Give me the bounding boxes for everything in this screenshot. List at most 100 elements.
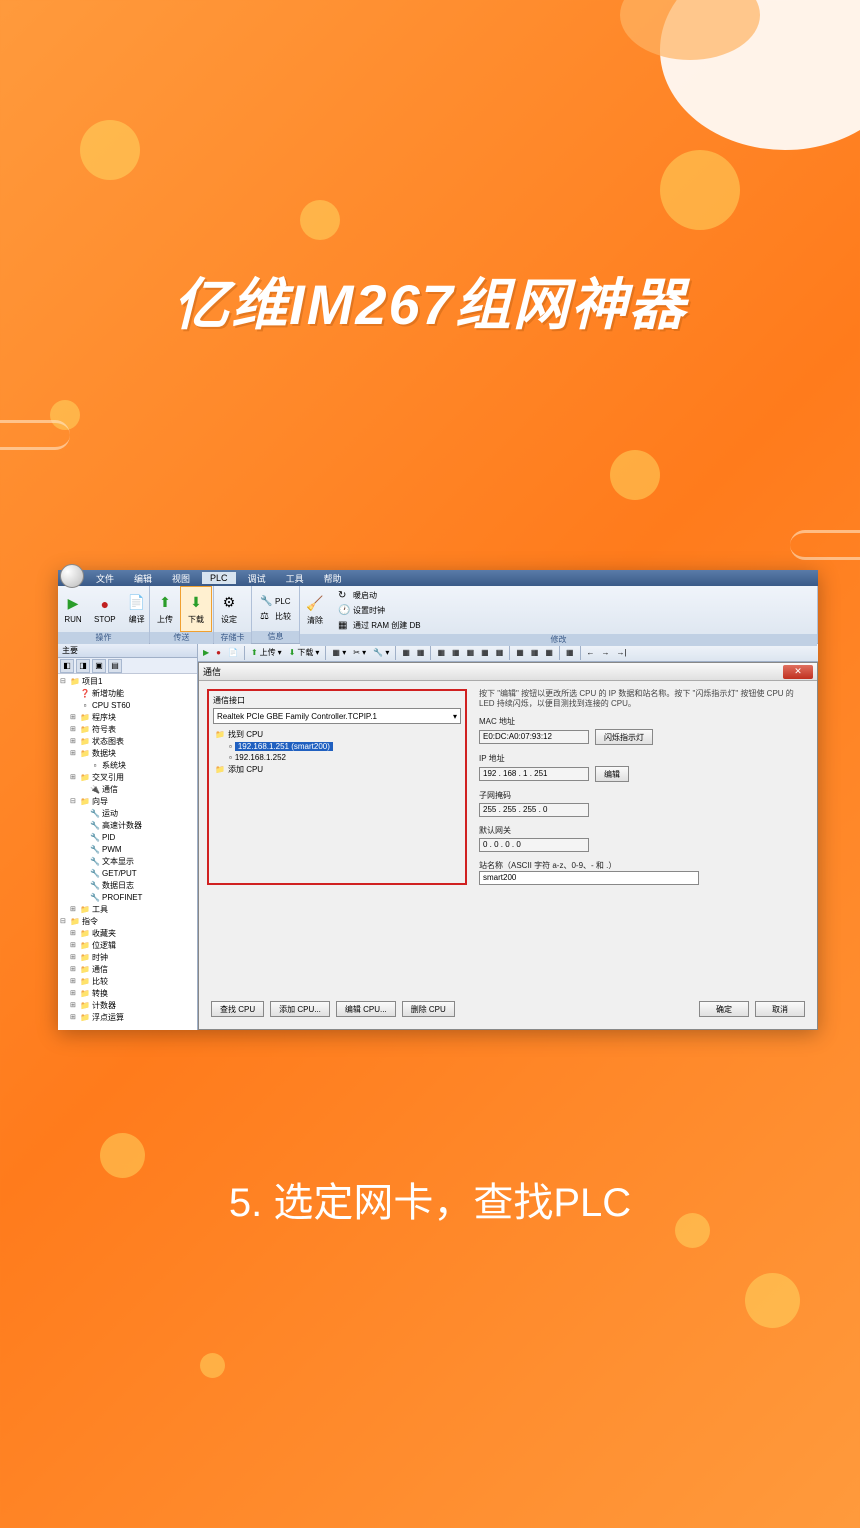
tree-instructions[interactable]: ⊟📁指令 <box>60 916 195 928</box>
rt-g9[interactable]: ▦ <box>528 647 542 658</box>
rt-upload[interactable]: ⬆上传 ▾ <box>248 646 285 659</box>
upload-label: 上传 <box>157 614 173 625</box>
rt-compile[interactable]: 📄 <box>225 647 241 658</box>
menu-tools[interactable]: 工具 <box>278 571 312 586</box>
tree-pwm[interactable]: 🔧PWM <box>60 844 195 856</box>
tree-counters[interactable]: ⊞📁计数器 <box>60 1000 195 1012</box>
ok-button[interactable]: 确定 <box>699 1001 749 1017</box>
rt-nav2[interactable]: → <box>599 647 613 658</box>
upload-button[interactable]: ⬆ 上传 <box>150 586 180 632</box>
tree-new-feature[interactable]: ❓新增功能 <box>60 688 195 700</box>
warm-start-button[interactable]: ↻暖启动 <box>334 588 425 602</box>
stop-button[interactable]: ● STOP <box>88 586 122 632</box>
tree-compare-ins[interactable]: ⊞📁比较 <box>60 976 195 988</box>
tree-favorites[interactable]: ⊞📁收藏夹 <box>60 928 195 940</box>
close-button[interactable]: ✕ <box>783 665 813 679</box>
interface-combo[interactable]: Realtek PCIe GBE Family Controller.TCPIP… <box>213 708 461 724</box>
tree-comm2[interactable]: ⊞📁通信 <box>60 964 195 976</box>
cpu-icon: ▫ <box>229 753 232 762</box>
cancel-button[interactable]: 取消 <box>755 1001 805 1017</box>
rt-nav3[interactable]: →| <box>614 647 630 658</box>
add-cpu-node[interactable]: 📁添加 CPU <box>213 763 461 776</box>
tree-program-block[interactable]: ⊞📁程序块 <box>60 712 195 724</box>
tree-wizard[interactable]: ⊟📁向导 <box>60 796 195 808</box>
rt-g7[interactable]: ▦ <box>493 647 507 658</box>
menu-file[interactable]: 文件 <box>88 571 122 586</box>
find-cpu-button[interactable]: 查找 CPU <box>211 1001 264 1017</box>
menu-plc[interactable]: PLC <box>202 572 236 584</box>
tree-hsc[interactable]: 🔧高速计数器 <box>60 820 195 832</box>
rt-stop[interactable]: ● <box>213 647 224 658</box>
compare-button[interactable]: ⚖比较 <box>256 609 295 623</box>
clear-button[interactable]: 🧹 清除 <box>300 587 330 633</box>
rt-g10[interactable]: ▦ <box>542 647 556 658</box>
tree-btn-1[interactable]: ◧ <box>60 659 74 673</box>
rt-delete[interactable]: ✂ ▾ <box>350 647 369 658</box>
tree-btn-3[interactable]: ▣ <box>92 659 106 673</box>
tree-get-put[interactable]: 🔧GET/PUT <box>60 868 195 880</box>
tree-data-block[interactable]: ⊞📁数据块 <box>60 748 195 760</box>
menu-help[interactable]: 帮助 <box>316 571 350 586</box>
tree-profinet[interactable]: 🔧PROFINET <box>60 892 195 904</box>
rt-g6[interactable]: ▦ <box>478 647 492 658</box>
compile-icon: 📄 <box>128 594 146 612</box>
flash-led-button[interactable]: 闪烁指示灯 <box>595 729 653 745</box>
edit-ip-button[interactable]: 编辑 <box>595 766 629 782</box>
subnet-input: 255 . 255 . 255 . 0 <box>479 803 589 817</box>
rt-run[interactable]: ▶ <box>200 647 212 658</box>
rt-g4[interactable]: ▦ <box>449 647 463 658</box>
tree-convert[interactable]: ⊞📁转换 <box>60 988 195 1000</box>
tree-status-chart[interactable]: ⊞📁状态图表 <box>60 736 195 748</box>
tree-system-block[interactable]: ▫系统块 <box>60 760 195 772</box>
add-cpu-button[interactable]: 添加 CPU... <box>270 1001 330 1017</box>
tree-data-log[interactable]: 🔧数据日志 <box>60 880 195 892</box>
tree-tools[interactable]: ⊞📁工具 <box>60 904 195 916</box>
comm-interface-label: 通信接口 <box>213 695 461 706</box>
menu-debug[interactable]: 调试 <box>240 571 274 586</box>
rt-g8[interactable]: ▦ <box>513 647 527 658</box>
tree-cpu[interactable]: ▫CPU ST60 <box>60 700 195 712</box>
tree-comm[interactable]: 🔌通信 <box>60 784 195 796</box>
rt-insert[interactable]: ▦ ▾ <box>329 647 349 658</box>
tree-motion[interactable]: 🔧运动 <box>60 808 195 820</box>
tree-btn-2[interactable]: ◨ <box>76 659 90 673</box>
tree-toolbar: ◧ ◨ ▣ ▤ <box>58 658 197 674</box>
rt-download[interactable]: ⬇下载 ▾ <box>286 646 323 659</box>
run-button[interactable]: ▶ RUN <box>58 586 88 632</box>
ribbon-group-storage: 存储卡 <box>214 632 251 644</box>
delete-cpu-button[interactable]: 删除 CPU <box>402 1001 455 1017</box>
tree-cross-ref[interactable]: ⊞📁交叉引用 <box>60 772 195 784</box>
set-clock-button[interactable]: 🕐设置时钟 <box>334 603 425 617</box>
tree-bit-logic[interactable]: ⊞📁位逻辑 <box>60 940 195 952</box>
menu-view[interactable]: 视图 <box>164 571 198 586</box>
cpu-item-2[interactable]: ▫192.168.1.252 <box>213 752 461 763</box>
tree-text-display[interactable]: 🔧文本显示 <box>60 856 195 868</box>
rt-g2[interactable]: ▦ <box>414 647 428 658</box>
tree-root[interactable]: ⊟📁项目1 <box>60 676 195 688</box>
found-cpu-node[interactable]: 📁找到 CPU <box>213 728 461 741</box>
ribbon-group-info: 信息 <box>252 631 299 643</box>
cpu-item-1[interactable]: ▫192.168.1.251 (smart200) <box>213 741 461 752</box>
settings-button[interactable]: ⚙ 设定 <box>214 586 244 632</box>
rt-g1[interactable]: ▦ <box>399 647 413 658</box>
menu-edit[interactable]: 编辑 <box>126 571 160 586</box>
download-button[interactable]: ⬇ 下载 <box>180 586 212 632</box>
rt-g11[interactable]: ▦ <box>563 647 577 658</box>
compile-button[interactable]: 📄 编译 <box>122 586 152 632</box>
rt-nav1[interactable]: ← <box>584 647 598 658</box>
create-db-button[interactable]: ▦通过 RAM 创建 DB <box>334 618 425 632</box>
tree-float[interactable]: ⊞📁浮点运算 <box>60 1012 195 1024</box>
overlay-title: 亿维IM267组网神器 <box>0 260 860 341</box>
tree-symbol-table[interactable]: ⊞📁符号表 <box>60 724 195 736</box>
tree-clock[interactable]: ⊞📁时钟 <box>60 952 195 964</box>
tree-btn-4[interactable]: ▤ <box>108 659 122 673</box>
edit-cpu-button[interactable]: 编辑 CPU... <box>336 1001 396 1017</box>
warm-icon: ↻ <box>338 589 350 601</box>
rt-g5[interactable]: ▦ <box>464 647 478 658</box>
plc-info-button[interactable]: 🔧PLC <box>256 594 295 608</box>
project-tree[interactable]: ⊟📁项目1 ❓新增功能 ▫CPU ST60 ⊞📁程序块 ⊞📁符号表 ⊞📁状态图表… <box>58 674 197 1030</box>
play-icon: ▶ <box>64 595 82 613</box>
rt-g3[interactable]: ▦ <box>434 647 448 658</box>
rt-mod[interactable]: 🔧 ▾ <box>370 647 392 658</box>
tree-pid[interactable]: 🔧PID <box>60 832 195 844</box>
